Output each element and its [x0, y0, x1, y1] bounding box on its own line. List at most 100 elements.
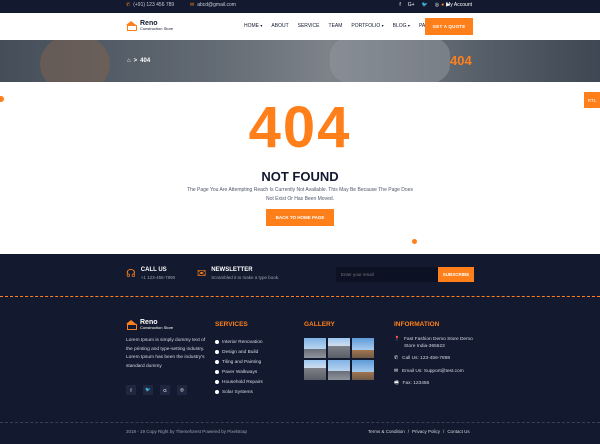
gallery-thumbnail[interactable] — [352, 338, 374, 358]
service-link[interactable]: Interior Renovation — [215, 337, 263, 347]
nav-item-portfolio[interactable]: PORTFOLIO ▾ — [351, 23, 383, 29]
google-plus-icon[interactable]: G+ — [408, 2, 415, 8]
service-label: Solar Systems — [222, 389, 253, 395]
error-section: 404 NOT FOUND The Page You Are Attemptin… — [0, 82, 600, 254]
breadcrumb: ⌂ > 404 — [127, 58, 150, 64]
legal-links: Terms & Condition / Privacy Policy / Con… — [368, 429, 470, 434]
nav-item-team[interactable]: TEAM — [329, 23, 343, 29]
page-banner: ⌂ > 404 404 — [0, 40, 600, 82]
site-footer: ☊ CALL US +1 123-456-7890 ✉ NEWSLETTER S… — [0, 254, 600, 444]
footer-logo[interactable]: Reno Construction Store — [126, 319, 173, 330]
user-icon: ● — [441, 2, 445, 8]
call-us-number: +1 123-456-7890 — [140, 275, 176, 280]
chevron-down-icon: ▾ — [381, 23, 384, 28]
service-link[interactable]: Household Repairs — [215, 377, 263, 387]
info-text: Fast Fashion Demo Store Demo Store India… — [403, 337, 473, 349]
legal-separator: / — [407, 429, 410, 434]
nav-item-about[interactable]: ABOUT — [271, 23, 288, 29]
newsletter-subtitle: Scrambled it to make a type book. — [211, 275, 280, 280]
services-title: SERVICES — [215, 321, 248, 328]
envelope-icon: ✉ — [197, 268, 207, 280]
footer-socials: f 🐦 G ◎ — [126, 385, 187, 395]
service-link[interactable]: Solar Systems — [215, 387, 263, 397]
home-icon[interactable]: ⌂ — [127, 58, 131, 64]
headset-icon: ☊ — [126, 268, 136, 280]
gallery-thumbnail[interactable] — [352, 360, 374, 380]
topbar-phone: ✆ (+91) 123 456 789 — [126, 2, 174, 8]
twitter-icon[interactable]: 🐦 — [143, 385, 153, 395]
gallery-title: GALLERY — [304, 321, 335, 328]
banner-overlay — [0, 40, 600, 82]
nav-item-home[interactable]: HOME ▾ — [244, 23, 262, 29]
services-list: Interior Renovation Design and Build Til… — [215, 337, 263, 397]
gallery-thumbnail[interactable] — [328, 360, 350, 380]
info-fax: 🖷 Fax: 123456 — [394, 381, 476, 388]
my-account-label: My Account — [446, 2, 472, 8]
nav-item-blog[interactable]: BLOG ▾ — [393, 23, 410, 29]
phone-icon: ✆ — [394, 356, 399, 361]
facebook-icon[interactable]: f — [126, 385, 136, 395]
service-link[interactable]: Tiling and Painting — [215, 357, 263, 367]
google-icon[interactable]: G — [160, 385, 170, 395]
service-label: Household Repairs — [222, 379, 263, 385]
footer-bottom-divider — [0, 422, 600, 423]
footer-newsletter: ✉ NEWSLETTER Scrambled it to make a type… — [197, 267, 279, 280]
info-text: Email Us: Support@test.com — [402, 368, 464, 374]
service-label: Tiling and Painting — [222, 359, 262, 365]
info-text: Call Us: 123-456-7898 — [402, 356, 451, 361]
bullet-icon — [215, 380, 219, 384]
gallery-thumbnail[interactable] — [328, 338, 350, 358]
gallery-thumbnail[interactable] — [304, 360, 326, 380]
main-nav: HOME ▾ ABOUT SERVICE TEAM PORTFOLIO ▾ BL… — [244, 23, 436, 29]
nav-label: ABOUT — [271, 23, 289, 29]
chevron-down-icon: ▾ — [260, 23, 263, 28]
instagram-icon[interactable]: ◎ — [177, 385, 187, 395]
decor-dot — [412, 239, 417, 244]
chevron-down-icon: ▾ — [407, 23, 410, 28]
service-link[interactable]: Paver Walkways — [215, 367, 263, 377]
page-title: 404 — [450, 53, 472, 68]
subscribe-button[interactable]: SUBSCRIBE — [438, 267, 474, 282]
get-a-quote-button[interactable]: GET A QUOTE — [425, 18, 473, 35]
facebook-icon[interactable]: f — [399, 2, 400, 8]
logo-tagline: Construction Store — [140, 325, 174, 330]
nav-item-service[interactable]: SERVICE — [298, 23, 320, 29]
location-icon: 📍 — [394, 337, 400, 342]
bullet-icon — [215, 360, 219, 364]
house-logo-icon — [126, 320, 137, 330]
nav-label: HOME — [244, 23, 259, 29]
phone-icon: ✆ — [126, 2, 131, 8]
error-code: 404 — [248, 95, 352, 160]
logo-text: Reno Construction Store — [140, 20, 173, 31]
my-account-link[interactable]: ● My Account — [441, 2, 472, 8]
newsletter-email-input[interactable] — [336, 267, 438, 282]
error-description: The Page You Are Attempting Reach Is Cur… — [187, 187, 413, 202]
privacy-link[interactable]: Privacy Policy — [412, 429, 440, 434]
service-link[interactable]: Design and Build — [215, 347, 263, 357]
fax-icon: 🖷 — [394, 381, 399, 386]
gallery-thumbnail[interactable] — [304, 338, 326, 358]
site-logo[interactable]: Reno Construction Store — [126, 20, 173, 31]
back-to-home-button[interactable]: BACK TO HOME PAGE — [266, 209, 334, 226]
twitter-icon[interactable]: 🐦 — [422, 2, 428, 8]
breadcrumb-current: 404 — [140, 58, 151, 64]
terms-link[interactable]: Terms & Condition — [368, 429, 405, 434]
newsletter-title: NEWSLETTER — [211, 267, 253, 273]
logo-tagline: Construction Store — [140, 26, 174, 31]
instagram-icon[interactable]: ◎ — [435, 2, 439, 8]
legal-separator: / — [443, 429, 445, 434]
rtl-toggle[interactable]: RTL — [584, 92, 600, 108]
information-title: INFORMATION — [394, 321, 440, 328]
info-address: 📍 Fast Fashion Demo Store Demo Store Indi… — [394, 337, 476, 350]
nav-label: PORTFOLIO — [351, 23, 381, 29]
service-label: Interior Renovation — [222, 339, 263, 345]
contact-link[interactable]: Contact Us — [447, 429, 469, 434]
call-us-title: CALL US — [140, 267, 167, 273]
site-header: Reno Construction Store HOME ▾ ABOUT SER… — [0, 13, 600, 40]
footer-divider — [0, 296, 600, 297]
bullet-icon — [215, 350, 219, 354]
topbar-email: ✉ abcd@gmail.com — [190, 2, 236, 8]
top-bar: ✆ (+91) 123 456 789 ✉ abcd@gmail.com f G… — [0, 0, 600, 13]
footer-about-text: Lorem Ipsum is simply dummy text of the … — [126, 338, 206, 369]
nav-label: SERVICE — [297, 23, 320, 29]
